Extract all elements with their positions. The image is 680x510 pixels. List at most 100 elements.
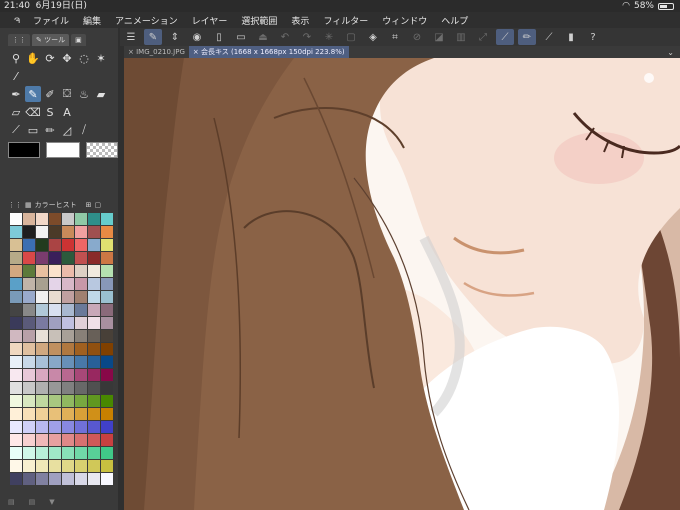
- color-history-swatch[interactable]: [75, 447, 87, 459]
- color-history-swatch[interactable]: [23, 356, 35, 368]
- chevron-down-icon[interactable]: ⌄: [667, 48, 674, 57]
- color-history-swatch[interactable]: [23, 434, 35, 446]
- color-history-swatch[interactable]: [10, 291, 22, 303]
- color-history-swatch[interactable]: [10, 252, 22, 264]
- color-history-swatch[interactable]: [62, 239, 74, 251]
- color-history-swatch[interactable]: [75, 239, 87, 251]
- color-history-swatch[interactable]: [10, 330, 22, 342]
- color-history-swatch[interactable]: [75, 291, 87, 303]
- color-history-swatch[interactable]: [10, 343, 22, 355]
- doc-tab-2[interactable]: × 会長キス (1668 x 1668px 150dpi 223.8%): [188, 46, 349, 58]
- color-history-swatch[interactable]: [88, 447, 100, 459]
- color-history-swatch[interactable]: [62, 369, 74, 381]
- color-history-swatch[interactable]: [23, 473, 35, 485]
- color-history-swatch[interactable]: [10, 317, 22, 329]
- menu-window[interactable]: ウィンドウ: [375, 14, 434, 27]
- color-history-swatch[interactable]: [101, 265, 113, 277]
- device-icon[interactable]: ▮: [562, 29, 580, 45]
- color-history-swatch[interactable]: [36, 356, 48, 368]
- color-history-swatch[interactable]: [36, 447, 48, 459]
- color-history-swatch[interactable]: [10, 369, 22, 381]
- color-history-swatch[interactable]: [88, 239, 100, 251]
- color-history-swatch[interactable]: [49, 473, 61, 485]
- color-history-swatch[interactable]: [36, 382, 48, 394]
- color-history-swatch[interactable]: [36, 226, 48, 238]
- color-history-swatch[interactable]: [23, 239, 35, 251]
- expand-icon[interactable]: ⤢: [474, 29, 492, 45]
- color-history-swatch[interactable]: [10, 395, 22, 407]
- edit-icon[interactable]: ✎: [144, 29, 162, 45]
- color-history-swatch[interactable]: [49, 447, 61, 459]
- color-history-swatch[interactable]: [101, 226, 113, 238]
- color-history-swatch[interactable]: [23, 304, 35, 316]
- color-history-swatch[interactable]: [36, 395, 48, 407]
- color-history-swatch[interactable]: [49, 330, 61, 342]
- color-history-swatch[interactable]: [36, 408, 48, 420]
- menu-edit[interactable]: 編集: [76, 14, 108, 27]
- sub-color-swatch[interactable]: [46, 142, 80, 158]
- menu-file[interactable]: ファイル: [26, 14, 76, 27]
- color-history-swatch[interactable]: [10, 213, 22, 225]
- menu-layer[interactable]: レイヤー: [185, 14, 235, 27]
- color-history-swatch[interactable]: [36, 434, 48, 446]
- color-history-swatch[interactable]: [88, 330, 100, 342]
- color-history-swatch[interactable]: [62, 356, 74, 368]
- color-history-swatch[interactable]: [88, 473, 100, 485]
- color-history-swatch[interactable]: [75, 330, 87, 342]
- color-history-swatch[interactable]: [88, 304, 100, 316]
- color-history-swatch[interactable]: [23, 395, 35, 407]
- color-history-swatch[interactable]: [75, 226, 87, 238]
- color-history-swatch[interactable]: [62, 421, 74, 433]
- color-history-swatch[interactable]: [75, 460, 87, 472]
- color-history-swatch[interactable]: [101, 369, 113, 381]
- tool-tab[interactable]: ✎ ツール: [32, 34, 70, 46]
- menu-help[interactable]: ヘルプ: [434, 14, 475, 27]
- color-history-swatch[interactable]: [75, 252, 87, 264]
- color-history-swatch[interactable]: [75, 304, 87, 316]
- tool-tab-extra[interactable]: ▣: [71, 34, 86, 46]
- transform-icon[interactable]: ⌗: [386, 29, 404, 45]
- eyedropper-icon[interactable]: ⁄: [8, 68, 24, 84]
- color-history-swatch[interactable]: [10, 265, 22, 277]
- color-history-swatch[interactable]: [36, 343, 48, 355]
- app-logo-icon[interactable]: ຈ: [8, 15, 26, 26]
- save-icon[interactable]: ⏏: [254, 29, 272, 45]
- color-history-swatch[interactable]: [36, 473, 48, 485]
- color-history-swatch[interactable]: [75, 395, 87, 407]
- color-history-swatch[interactable]: [10, 278, 22, 290]
- pen-icon[interactable]: ✒: [8, 86, 24, 102]
- color-history-swatch[interactable]: [49, 356, 61, 368]
- rotate-icon[interactable]: ⟳: [42, 50, 58, 66]
- frame-icon[interactable]: ▭: [25, 122, 41, 138]
- menu-animation[interactable]: アニメーション: [108, 14, 185, 27]
- color-history-swatch[interactable]: [62, 447, 74, 459]
- ruler-icon[interactable]: ⟋: [540, 29, 558, 45]
- color-history-swatch[interactable]: [88, 265, 100, 277]
- collapse-left-icon[interactable]: ▤: [8, 498, 15, 506]
- color-history-swatch[interactable]: [10, 304, 22, 316]
- panel-menu-icon[interactable]: ⋮⋮: [8, 201, 22, 209]
- color-history-swatch[interactable]: [101, 239, 113, 251]
- color-history-swatch[interactable]: [36, 304, 48, 316]
- color-history-swatch[interactable]: [101, 447, 113, 459]
- color-history-swatch[interactable]: [49, 460, 61, 472]
- color-history-swatch[interactable]: [23, 421, 35, 433]
- pen2-icon[interactable]: ✏: [42, 122, 58, 138]
- color-history-swatch[interactable]: [75, 265, 87, 277]
- color-history-swatch[interactable]: [75, 369, 87, 381]
- color-history-swatch[interactable]: [101, 434, 113, 446]
- color-history-swatch[interactable]: [62, 395, 74, 407]
- tool-tab-icon[interactable]: ⋮⋮: [8, 34, 30, 46]
- color-history-swatch[interactable]: [62, 460, 74, 472]
- color-history-swatch[interactable]: [88, 382, 100, 394]
- color-history-swatch[interactable]: [49, 265, 61, 277]
- color-history-swatch[interactable]: [75, 421, 87, 433]
- color-history-swatch[interactable]: [23, 408, 35, 420]
- color-history-swatch[interactable]: [62, 434, 74, 446]
- color-history-swatch[interactable]: [101, 252, 113, 264]
- color-history-swatch[interactable]: [36, 239, 48, 251]
- color-history-swatch[interactable]: [36, 265, 48, 277]
- color-history-swatch[interactable]: [10, 473, 22, 485]
- pen-check-icon[interactable]: ⟋: [496, 29, 514, 45]
- color-close-icon[interactable]: ▢: [95, 201, 102, 209]
